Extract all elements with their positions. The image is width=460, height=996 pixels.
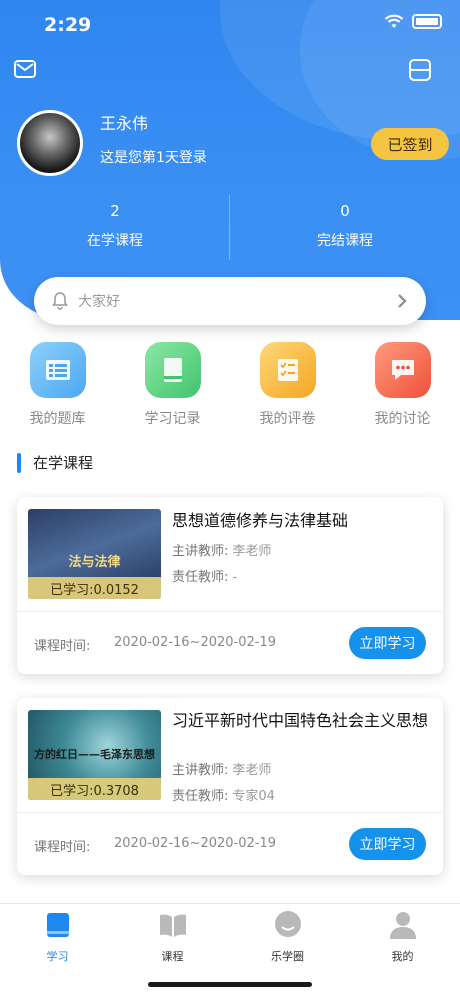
person-icon bbox=[389, 912, 416, 939]
thumbnail-caption: 方的红日——毛泽东思想 bbox=[34, 748, 155, 761]
wifi-icon bbox=[384, 14, 404, 28]
tab-course[interactable]: 课程 bbox=[115, 910, 230, 964]
course-card[interactable]: 法与法律 已学习:0.0152 思想道德修养与法律基础 主讲教师: 李老师 责任教… bbox=[17, 497, 443, 674]
tab-study[interactable]: 学习 bbox=[0, 910, 115, 964]
course-title[interactable]: 习近平新时代中国特色社会主义思想 bbox=[172, 710, 434, 731]
sign-in-button[interactable]: 已签到 bbox=[371, 128, 449, 160]
chat-circle-icon bbox=[274, 911, 301, 937]
course-time-label: 课程时间: bbox=[34, 840, 91, 855]
bell-icon bbox=[52, 292, 68, 310]
course-time-label: 课程时间: bbox=[34, 639, 91, 654]
quick-study-record[interactable]: 学习记录 bbox=[115, 342, 230, 428]
stat-value: 2 bbox=[110, 202, 120, 220]
home-indicator bbox=[148, 982, 312, 987]
course-time-value: 2020-02-16~2020-02-19 bbox=[114, 635, 276, 650]
course-time-value: 2020-02-16~2020-02-19 bbox=[114, 836, 276, 851]
section-accent bbox=[17, 452, 21, 473]
quick-exam-review[interactable]: 我的评卷 bbox=[230, 342, 345, 428]
tab-label: 课程 bbox=[161, 950, 184, 963]
lead-teacher-label: 主讲教师: bbox=[172, 544, 229, 559]
course-card[interactable]: 方的红日——毛泽东思想 已学习:0.3708 习近平新时代中国特色社会主义思想 … bbox=[17, 698, 443, 875]
open-book-icon bbox=[159, 914, 186, 937]
quick-label: 我的讨论 bbox=[374, 411, 431, 427]
course-thumbnail[interactable]: 方的红日——毛泽东思想 已学习:0.3708 bbox=[28, 710, 161, 800]
exam-review-icon bbox=[259, 342, 316, 398]
section-title-text: 在学课程 bbox=[33, 454, 94, 472]
progress-badge: 已学习:0.3708 bbox=[28, 778, 161, 800]
lead-teacher: 主讲教师: 李老师 bbox=[172, 759, 271, 778]
section-title: 在学课程 bbox=[17, 452, 93, 473]
status-time: 2:29 bbox=[44, 14, 92, 36]
mail-icon[interactable] bbox=[14, 60, 36, 78]
quick-label: 我的评卷 bbox=[259, 411, 316, 427]
question-bank-icon bbox=[29, 342, 86, 398]
quick-label: 学习记录 bbox=[144, 411, 201, 427]
notice-text: 大家好 bbox=[78, 294, 120, 310]
quick-label: 我的题库 bbox=[29, 411, 86, 427]
discussion-icon bbox=[374, 342, 431, 398]
battery-icon bbox=[412, 14, 442, 29]
resp-teacher-value: 专家04 bbox=[232, 789, 275, 804]
notice-bar[interactable]: 大家好 bbox=[34, 277, 426, 325]
avatar[interactable] bbox=[17, 110, 83, 176]
thumbnail-caption: 法与法律 bbox=[68, 555, 121, 570]
resp-teacher-label: 责任教师: bbox=[172, 789, 229, 804]
stat-studying[interactable]: 2 在学课程 bbox=[0, 202, 230, 250]
lead-teacher-value: 李老师 bbox=[232, 763, 272, 778]
lead-teacher: 主讲教师: 李老师 bbox=[172, 540, 271, 559]
tab-community[interactable]: 乐学圈 bbox=[230, 910, 345, 964]
chevron-right-icon bbox=[398, 294, 407, 308]
stat-value: 0 bbox=[340, 202, 350, 220]
user-name: 王永伟 bbox=[100, 114, 149, 133]
card-divider bbox=[17, 812, 443, 813]
responsible-teacher: 责任教师: - bbox=[172, 566, 237, 585]
stat-finished[interactable]: 0 完结课程 bbox=[230, 202, 460, 250]
resp-teacher-value: - bbox=[232, 570, 238, 585]
login-info: 这是您第1天登录 bbox=[100, 150, 207, 166]
quick-discussion[interactable]: 我的讨论 bbox=[345, 342, 460, 428]
course-title[interactable]: 思想道德修养与法律基础 bbox=[172, 510, 434, 531]
scan-icon[interactable] bbox=[408, 58, 432, 82]
quick-question-bank[interactable]: 我的题库 bbox=[0, 342, 115, 428]
progress-badge: 已学习:0.0152 bbox=[28, 577, 161, 599]
study-book-icon bbox=[46, 913, 69, 937]
tab-mine[interactable]: 我的 bbox=[345, 910, 460, 964]
stat-label: 完结课程 bbox=[317, 233, 373, 249]
study-now-button[interactable]: 立即学习 bbox=[349, 828, 426, 860]
lead-teacher-value: 李老师 bbox=[232, 544, 272, 559]
stat-label: 在学课程 bbox=[87, 233, 143, 249]
tab-label: 乐学圈 bbox=[271, 950, 304, 963]
course-thumbnail[interactable]: 法与法律 已学习:0.0152 bbox=[28, 509, 161, 599]
study-record-icon bbox=[144, 342, 201, 398]
study-now-button[interactable]: 立即学习 bbox=[349, 627, 426, 659]
card-divider bbox=[17, 611, 443, 612]
responsible-teacher: 责任教师: 专家04 bbox=[172, 785, 275, 804]
tab-label: 我的 bbox=[391, 950, 414, 963]
status-icons bbox=[384, 14, 442, 29]
resp-teacher-label: 责任教师: bbox=[172, 570, 229, 585]
lead-teacher-label: 主讲教师: bbox=[172, 763, 229, 778]
tab-label: 学习 bbox=[46, 950, 69, 963]
